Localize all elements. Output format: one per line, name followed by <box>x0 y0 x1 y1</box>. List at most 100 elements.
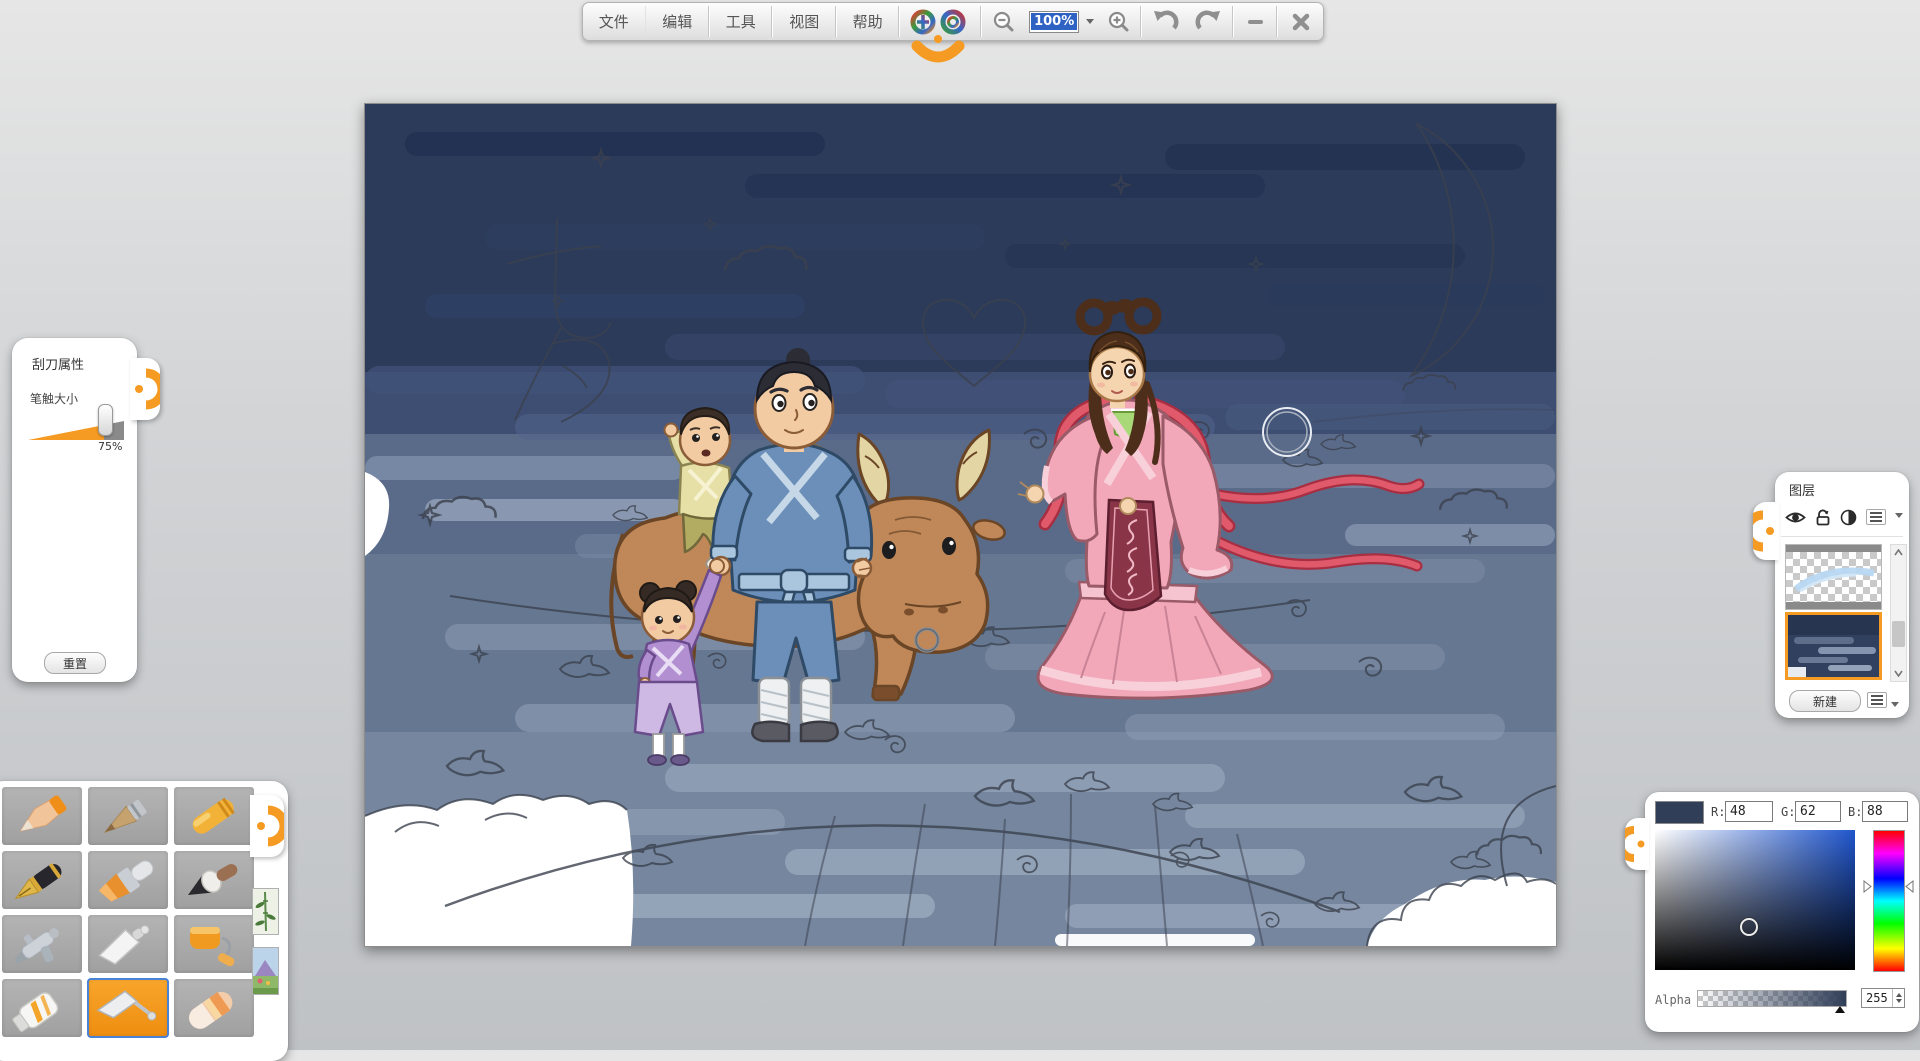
redo-button[interactable] <box>1187 3 1232 40</box>
zoom-out-icon <box>992 10 1016 34</box>
paint-tube-icon <box>6 983 78 1033</box>
pencil-icon <box>6 791 78 841</box>
alpha-down-button[interactable] <box>1893 998 1904 1007</box>
alpha-spinner: 255 <box>1861 988 1905 1008</box>
undo-icon <box>1151 10 1179 34</box>
menu-edit[interactable]: 编辑 <box>646 3 708 40</box>
zoom-level-field[interactable]: 100% <box>1025 3 1083 40</box>
scraper-properties-panel: 刮刀属性 笔触大小 75% 重置 <box>12 338 137 682</box>
crayon-icon <box>178 791 250 841</box>
zoom-level-dropdown[interactable] <box>1083 3 1097 40</box>
menu-view[interactable]: 视图 <box>773 3 835 40</box>
tool-palette-knife-wide[interactable] <box>88 915 168 973</box>
zoom-level-value: 100% <box>1031 13 1077 30</box>
close-button[interactable] <box>1278 3 1323 40</box>
scrollbar-thumb[interactable] <box>1892 621 1905 647</box>
current-color-swatch[interactable] <box>1655 801 1704 824</box>
layer-options-icon[interactable] <box>1867 692 1887 708</box>
zoom-out-button[interactable] <box>982 3 1026 40</box>
tool-airbrush[interactable] <box>2 915 82 973</box>
undo-button[interactable] <box>1142 3 1187 40</box>
color-cursor[interactable] <box>1740 918 1758 936</box>
menu-tools[interactable]: 工具 <box>710 3 772 40</box>
tool-crayon[interactable] <box>174 787 254 845</box>
minimize-icon <box>1248 20 1263 24</box>
tool-charcoal[interactable] <box>88 787 168 845</box>
main-toolbar: 文件 编辑 工具 视图 帮助 <box>582 2 1324 41</box>
layer-list-icon[interactable] <box>1866 509 1886 525</box>
lock-icon[interactable] <box>1815 508 1831 526</box>
flat-brush-icon <box>92 855 164 905</box>
chevron-down-icon[interactable] <box>1891 702 1899 711</box>
new-layer-button[interactable]: 新建 <box>1789 690 1861 712</box>
brush-size-label: 笔触大小 <box>30 390 78 407</box>
zoom-in-button[interactable] <box>1097 3 1141 40</box>
paint-roller-icon <box>178 919 250 969</box>
zoom-in-icon <box>1107 10 1131 34</box>
layers-title: 图层 <box>1789 480 1815 499</box>
panel-tab-handle[interactable] <box>250 795 284 857</box>
panel-tab-handle[interactable] <box>1753 502 1779 560</box>
brush-size-slider-handle[interactable] <box>98 404 113 436</box>
panel-title: 刮刀属性 <box>32 354 84 373</box>
layer-thumbnail-1[interactable] <box>1785 544 1882 610</box>
reset-button[interactable]: 重置 <box>44 652 106 674</box>
contrast-icon[interactable] <box>1840 509 1857 526</box>
alpha-slider[interactable] <box>1697 990 1847 1007</box>
tool-scraper[interactable] <box>88 979 168 1037</box>
tool-eraser[interactable] <box>174 979 254 1037</box>
alpha-value[interactable]: 255 <box>1862 989 1892 1007</box>
g-input[interactable] <box>1795 801 1841 822</box>
panel-tab-icon <box>1625 818 1649 870</box>
tool-fountain-pen[interactable] <box>2 851 82 909</box>
saturation-value-square[interactable] <box>1655 830 1855 970</box>
menu-file[interactable]: 文件 <box>583 3 645 40</box>
redo-icon <box>1195 10 1223 34</box>
alpha-marker[interactable] <box>1835 1001 1845 1013</box>
panel-tab-icon <box>1753 502 1779 560</box>
b-input[interactable] <box>1862 801 1908 822</box>
minimize-button[interactable] <box>1234 3 1277 40</box>
palette-knife-wide-icon <box>92 919 164 969</box>
layer-thumbnail-2-selected[interactable] <box>1785 612 1882 680</box>
tool-ink-brush[interactable] <box>174 851 254 909</box>
hue-strip[interactable] <box>1873 830 1905 972</box>
alpha-label: Alpha <box>1655 993 1691 1007</box>
menu-help[interactable]: 帮助 <box>837 3 899 40</box>
bamboo-stamp[interactable] <box>252 888 279 935</box>
ink-brush-icon <box>178 855 250 905</box>
charcoal-icon <box>92 791 164 841</box>
panel-tab-handle[interactable] <box>1625 818 1649 870</box>
r-label: R: <box>1711 805 1725 819</box>
close-icon <box>1291 12 1311 32</box>
tool-flat-brush[interactable] <box>88 851 168 909</box>
canvas-artwork <box>365 104 1556 946</box>
picture-stamp[interactable] <box>252 947 279 995</box>
layers-scrollbar[interactable] <box>1890 544 1907 682</box>
hue-marker-left[interactable] <box>1863 880 1872 893</box>
eraser-icon <box>178 983 250 1033</box>
panel-tab-handle[interactable] <box>130 358 160 420</box>
tool-pencil[interactable] <box>2 787 82 845</box>
scroll-up-icon[interactable] <box>1894 549 1903 556</box>
g-label: G: <box>1781 805 1795 819</box>
chevron-down-icon <box>1086 19 1094 28</box>
panel-tab-icon <box>250 795 284 857</box>
chevron-down-icon[interactable] <box>1895 513 1903 522</box>
eye-icon[interactable] <box>1785 510 1806 525</box>
r-input[interactable] <box>1725 801 1773 822</box>
divider <box>1781 536 1903 537</box>
tool-paint-roller[interactable] <box>174 915 254 973</box>
canvas[interactable] <box>364 103 1557 947</box>
airbrush-icon <box>6 919 78 969</box>
tool-paint-tube[interactable] <box>2 979 82 1037</box>
hue-marker-right[interactable] <box>1905 880 1914 893</box>
alpha-up-button[interactable] <box>1893 989 1904 998</box>
brush-size-value: 75% <box>98 440 122 453</box>
picture-stamp-icon <box>253 948 278 994</box>
bamboo-stamp-icon <box>253 889 278 934</box>
scroll-down-icon[interactable] <box>1894 670 1903 677</box>
b-label: B: <box>1848 805 1862 819</box>
scraper-icon <box>92 983 164 1033</box>
color-picker-panel: R: G: B: Alpha 255 <box>1645 792 1919 1032</box>
